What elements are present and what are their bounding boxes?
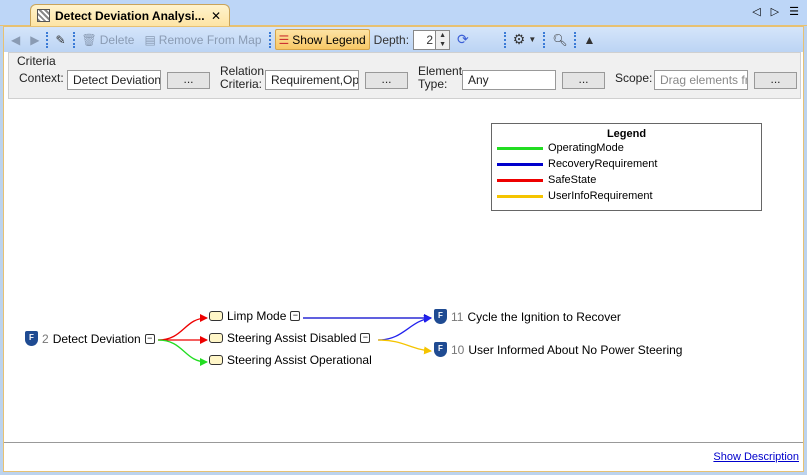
tab-detect-deviation[interactable]: Detect Deviation Analysi... ✕ xyxy=(30,4,230,26)
show-legend-button[interactable]: ☰ Show Legend xyxy=(274,29,370,50)
state-icon xyxy=(209,333,223,343)
map-canvas[interactable]: Legend OperatingMode RecoveryRequirement S… xyxy=(4,101,803,443)
criteria-panel: Criteria Context: Detect Deviation ... R… xyxy=(8,52,801,99)
node-number: 11 xyxy=(451,309,464,324)
relation-lines xyxy=(157,314,432,366)
node-label: Cycle the Ignition to Recover xyxy=(467,309,621,324)
legend-icon: ☰ xyxy=(278,32,290,47)
settings-button[interactable]: ⚙ ▼ xyxy=(510,29,539,50)
node-steering-assist-disabled[interactable]: Steering Assist Disabled − xyxy=(209,331,371,345)
node-cycle-ignition[interactable]: F 11 Cycle the Ignition to Recover xyxy=(434,309,621,324)
next-tab-icon[interactable]: ▷ xyxy=(771,5,779,18)
scope-browse-button[interactable]: ... xyxy=(754,72,797,89)
function-shield-icon: F xyxy=(25,331,38,346)
separator xyxy=(543,31,546,48)
separator xyxy=(503,31,506,48)
separator xyxy=(574,31,577,48)
separator xyxy=(72,31,75,48)
dropdown-arrow-icon: ▼ xyxy=(528,35,537,44)
node-label: Limp Mode xyxy=(227,309,287,323)
collapse-icon[interactable]: − xyxy=(360,333,371,343)
show-legend-label: Show Legend xyxy=(292,32,366,47)
function-shield-icon: F xyxy=(434,342,447,357)
remove-from-map-button[interactable]: ▤ Remove From Map xyxy=(141,29,264,50)
description-bar: Show Description xyxy=(4,445,803,471)
relation-criteria-label: Relation Criteria: xyxy=(220,64,265,91)
function-shield-icon: F xyxy=(434,309,447,324)
forward-button[interactable]: ▶ xyxy=(27,29,42,50)
toolbar: ◀ ▶ ✎ 🗑 Delete ▤ Remove From Map ☰ Show Leg… xyxy=(4,27,803,52)
remove-label: Remove From Map xyxy=(158,32,262,47)
node-label: Detect Deviation xyxy=(52,331,141,346)
tab-bar: Detect Deviation Analysi... ✕ ◁ ▷ ☰ xyxy=(0,0,807,26)
depth-spinner[interactable]: 2 ▲ ▼ xyxy=(413,29,451,50)
edge-disabled-informed xyxy=(377,339,432,355)
previous-tab-icon[interactable]: ◁ xyxy=(752,5,760,18)
relation-browse-button[interactable]: ... xyxy=(365,72,408,89)
delete-label: Delete xyxy=(99,32,135,47)
node-user-informed[interactable]: F 10 User Informed About No Power Steeri… xyxy=(434,342,682,357)
node-number: 2 xyxy=(42,331,49,346)
edge-root-operational xyxy=(157,339,208,366)
state-icon xyxy=(209,311,223,321)
node-detect-deviation[interactable]: F 2 Detect Deviation − xyxy=(25,331,155,346)
relation-map-panel: ◀ ▶ ✎ 🗑 Delete ▤ Remove From Map ☰ Show Leg… xyxy=(3,26,804,472)
spinner-arrows[interactable]: ▲ ▼ xyxy=(435,30,450,49)
trash-icon: 🗑 xyxy=(81,32,97,47)
relation-criteria-field[interactable]: Requirement,Oper xyxy=(265,70,359,90)
node-limp-mode[interactable]: Limp Mode − xyxy=(209,309,301,323)
refresh-icon[interactable]: ⟳ xyxy=(454,29,472,50)
scope-label: Scope: xyxy=(615,71,653,85)
collapse-icon[interactable]: − xyxy=(144,333,155,344)
context-browse-button[interactable]: ... xyxy=(167,72,210,89)
criteria-title: Criteria xyxy=(17,54,56,68)
node-label: User Informed About No Power Steering xyxy=(468,342,683,357)
remove-icon: ▤ xyxy=(144,32,156,47)
collapse-icon[interactable]: − xyxy=(290,311,301,321)
close-icon[interactable]: ✕ xyxy=(211,9,221,23)
tab-title: Detect Deviation Analysi... xyxy=(55,8,205,23)
node-label: Steering Assist Operational xyxy=(227,353,372,367)
relation-map-icon xyxy=(37,9,50,22)
depth-value: 2 xyxy=(426,32,434,47)
element-type-label: Element Type: xyxy=(418,64,463,91)
show-description-link[interactable]: Show Description xyxy=(713,451,799,463)
gear-icon: ⚙ xyxy=(512,31,526,47)
node-number: 10 xyxy=(451,342,465,357)
edge-disabled-cycle xyxy=(377,314,432,341)
delete-button[interactable]: 🗑 Delete xyxy=(79,29,138,50)
edge-root-limp xyxy=(157,314,208,341)
search-icon[interactable]: 🔍︎ xyxy=(549,29,570,50)
element-type-field[interactable]: Any xyxy=(462,70,556,90)
node-label: Steering Assist Disabled xyxy=(227,331,357,345)
context-field[interactable]: Detect Deviation xyxy=(67,70,161,90)
state-icon xyxy=(209,355,223,365)
edit-icon[interactable]: ✎ xyxy=(52,29,68,50)
context-label: Context: xyxy=(19,71,64,85)
collapse-criteria-icon[interactable]: ▲ xyxy=(580,29,598,50)
separator xyxy=(46,31,49,48)
node-steering-assist-operational[interactable]: Steering Assist Operational xyxy=(209,353,372,367)
separator xyxy=(268,31,271,48)
scope-field[interactable]: Drag elements fro xyxy=(654,70,748,90)
back-button[interactable]: ◀ xyxy=(8,29,23,50)
tab-list-icon[interactable]: ☰ xyxy=(789,5,799,18)
element-type-browse-button[interactable]: ... xyxy=(562,72,605,89)
depth-label: Depth: xyxy=(373,32,410,47)
